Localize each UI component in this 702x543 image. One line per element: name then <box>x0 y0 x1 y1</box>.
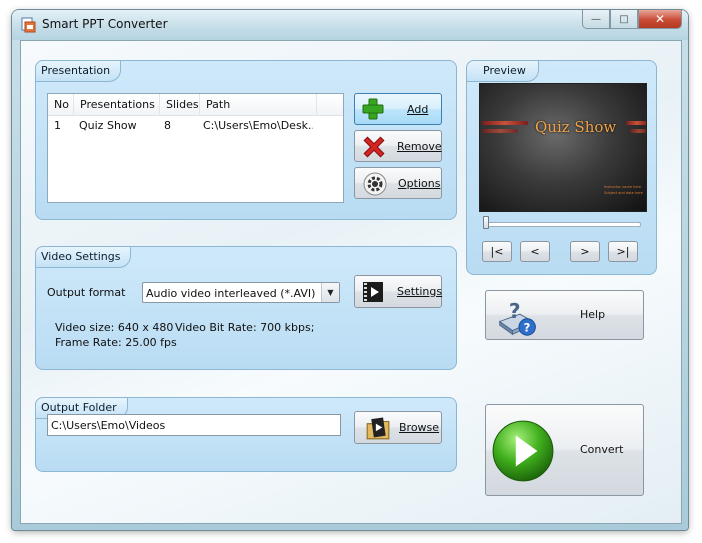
video-settings-group: Video Settings Output format Audio video… <box>35 246 457 370</box>
svg-text:?: ? <box>509 299 521 323</box>
slide-preview: Quiz Show Instructor name here Subject a… <box>479 83 647 212</box>
app-window: Smart PPT Converter — □ ✕ Presentation N… <box>12 10 688 530</box>
help-label: Help <box>580 308 606 321</box>
browse-label: Browse <box>399 421 440 434</box>
list-header: No Presentations Slides Path <box>48 94 343 116</box>
app-icon <box>21 17 36 33</box>
presentation-list[interactable]: No Presentations Slides Path 1 Quiz Show… <box>47 93 344 203</box>
help-book-icon: ? ? <box>498 299 536 336</box>
title-bar[interactable]: Smart PPT Converter — □ ✕ <box>12 10 688 40</box>
output-folder-input[interactable] <box>47 414 341 436</box>
preview-group: Preview Quiz Show Instructor name here S… <box>466 60 657 275</box>
gear-icon <box>363 172 387 196</box>
options-label: Options <box>398 177 441 190</box>
slide-title: Quiz Show <box>535 118 617 136</box>
slide-stripe-right-2 <box>630 129 646 133</box>
browse-button[interactable]: Browse <box>354 411 442 444</box>
caption-buttons: — □ ✕ <box>582 10 682 30</box>
remove-label: Remove <box>397 140 442 153</box>
row-no: 1 <box>54 119 61 132</box>
last-slide-button[interactable]: >| <box>608 241 638 262</box>
output-format-label: Output format <box>47 286 126 299</box>
column-no[interactable]: No <box>48 94 74 115</box>
slide-stripe-right <box>626 121 646 125</box>
presentation-group-label: Presentation <box>35 60 122 82</box>
remove-button[interactable]: Remove <box>354 130 442 162</box>
minimize-button[interactable]: — <box>582 10 610 29</box>
row-slides: 8 <box>164 119 171 132</box>
output-format-select[interactable]: Audio video interleaved (*.AVI) ▼ <box>142 282 340 303</box>
preview-slider-thumb[interactable] <box>483 216 489 229</box>
output-folder-field[interactable] <box>51 416 331 434</box>
options-button[interactable]: Options <box>354 167 442 199</box>
svg-text:?: ? <box>524 321 531 335</box>
slide-subtitle-2: Subject and date here <box>604 191 643 195</box>
add-button[interactable]: Add <box>354 93 442 125</box>
presentation-group: Presentation No Presentations Slides Pat… <box>35 60 457 220</box>
help-button[interactable]: ? ? Help <box>485 290 644 340</box>
add-label: Add <box>407 103 429 116</box>
film-folder-icon <box>366 417 390 440</box>
prev-icon: < <box>530 245 540 258</box>
close-button[interactable]: ✕ <box>638 10 682 29</box>
chevron-down-icon[interactable]: ▼ <box>321 283 339 302</box>
film-settings-icon <box>363 282 383 302</box>
last-icon: >| <box>616 245 630 258</box>
window-title: Smart PPT Converter <box>42 17 168 31</box>
video-size-text: Video size: 640 x 480 <box>55 321 174 334</box>
row-name: Quiz Show <box>79 119 137 132</box>
row-path: C:\Users\Emo\Desk... <box>203 119 313 132</box>
video-settings-label: Video Settings <box>35 246 132 268</box>
convert-button[interactable]: Convert <box>485 404 644 496</box>
frame-rate-text: Frame Rate: 25.00 fps <box>55 336 177 349</box>
output-folder-group: Output Folder Browse <box>35 397 457 472</box>
slide-stripe-left-2 <box>482 129 518 133</box>
maximize-icon: □ <box>619 13 629 25</box>
minimize-icon: — <box>591 13 601 25</box>
preview-slider-track[interactable] <box>483 222 641 227</box>
settings-label: Settings <box>397 285 443 298</box>
prev-slide-button[interactable]: < <box>520 241 550 262</box>
convert-label: Convert <box>580 443 624 456</box>
next-icon: > <box>580 245 590 258</box>
table-row[interactable]: 1 Quiz Show 8 C:\Users\Emo\Desk... <box>48 116 343 136</box>
output-format-value: Audio video interleaved (*.AVI) <box>146 287 316 300</box>
play-icon <box>492 420 554 482</box>
first-slide-button[interactable]: |< <box>482 241 512 262</box>
remove-x-icon <box>363 136 385 158</box>
column-path[interactable]: Path <box>200 94 317 115</box>
plus-icon <box>362 98 384 120</box>
slide-subtitle-1: Instructor name here <box>604 185 642 189</box>
preview-group-label: Preview <box>466 60 539 82</box>
column-slides[interactable]: Slides <box>160 94 200 115</box>
slide-stripe-left <box>482 121 528 125</box>
settings-button[interactable]: Settings <box>354 275 442 308</box>
client-area: Presentation No Presentations Slides Pat… <box>20 40 682 524</box>
first-icon: |< <box>490 245 504 258</box>
maximize-button[interactable]: □ <box>610 10 638 29</box>
bit-rate-text: Video Bit Rate: 700 kbps; <box>175 321 315 334</box>
column-presentations[interactable]: Presentations <box>74 94 160 115</box>
next-slide-button[interactable]: > <box>570 241 600 262</box>
close-icon: ✕ <box>654 12 666 26</box>
